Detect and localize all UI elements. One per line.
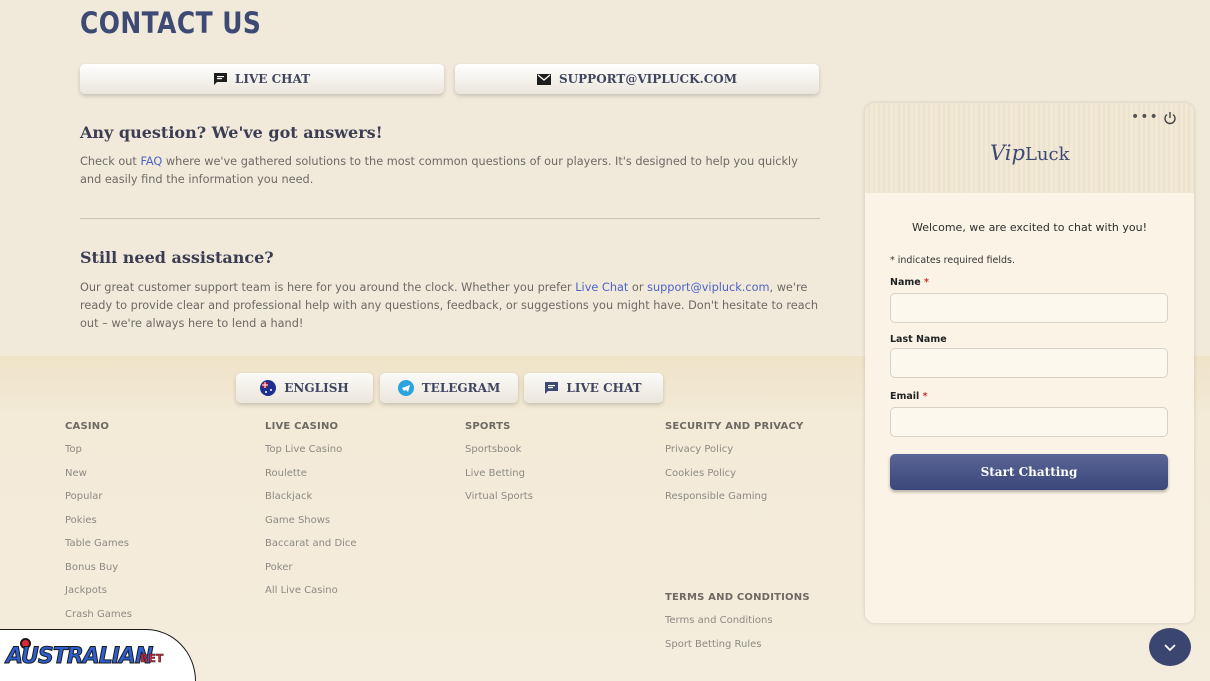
mail-icon — [537, 73, 552, 85]
footer-link[interactable]: Responsible Gaming — [665, 491, 803, 503]
footer-col-title: TERMS AND CONDITIONS — [665, 592, 810, 603]
assistance-text: Our great customer support team is here … — [80, 281, 819, 330]
footer-col-live-casino: LIVE CASINO Top Live Casino Roulette Bla… — [265, 421, 357, 597]
australianbet-watermark: AUSTRALIAN BET — [0, 629, 196, 681]
live-chat-link[interactable]: Live Chat — [575, 281, 628, 294]
page-title: CONTACT US — [80, 6, 262, 40]
faq-title: Any question? We've got answers! — [80, 123, 383, 142]
assistance-title: Still need assistance? — [80, 248, 274, 267]
chat-widget: ••• VipLuck Welcome, we are excited to c… — [865, 103, 1194, 623]
footer-col-security: SECURITY AND PRIVACY Privacy Policy Cook… — [665, 421, 803, 503]
live-chat-button[interactable]: LIVE CHAT — [80, 64, 444, 94]
start-chatting-button[interactable]: Start Chatting — [890, 454, 1168, 490]
email-label: Email * — [890, 391, 928, 402]
last-name-input[interactable] — [890, 348, 1168, 378]
footer-link[interactable]: Game Shows — [265, 515, 357, 527]
footer-link[interactable]: All Live Casino — [265, 585, 357, 597]
footer-col-terms: TERMS AND CONDITIONS Terms and Condition… — [665, 592, 810, 650]
footer-link[interactable]: Sport Betting Rules — [665, 639, 810, 651]
footer-live-chat-label: LIVE CHAT — [566, 381, 642, 395]
footer-link[interactable]: Cookies Policy — [665, 468, 803, 480]
footer-link[interactable]: Jackpots — [65, 585, 132, 597]
language-button[interactable]: ENGLISH — [236, 373, 373, 403]
required-note: * indicates required fields. — [890, 255, 1015, 266]
chat-welcome: Welcome, we are excited to chat with you… — [912, 221, 1147, 234]
scroll-down-button[interactable] — [1149, 628, 1191, 666]
footer-link[interactable]: Blackjack — [265, 491, 357, 503]
chevron-down-icon — [1164, 643, 1176, 651]
footer-link[interactable]: Crash Games — [65, 609, 132, 621]
telegram-label: TELEGRAM — [421, 381, 501, 395]
support-email-link[interactable]: support@vipluck.com — [647, 281, 769, 294]
footer-col-casino: CASINO Top New Popular Pokies Table Game… — [65, 421, 132, 620]
language-label: ENGLISH — [284, 381, 349, 395]
footer-link[interactable]: Top — [65, 444, 132, 456]
telegram-icon — [397, 380, 414, 396]
footer-col-sports: SPORTS Sportsbook Live Betting Virtual S… — [465, 421, 533, 503]
chat-icon — [213, 73, 227, 85]
footer-link[interactable]: Popular — [65, 491, 132, 503]
faq-text: Check out FAQ where we've gathered solut… — [80, 155, 798, 186]
last-name-label: Last Name — [890, 334, 947, 345]
chat-icon — [545, 382, 559, 394]
footer-link[interactable]: Baccarat and Dice — [265, 538, 357, 550]
footer-link[interactable]: Live Betting — [465, 468, 533, 480]
support-email-label: SUPPORT@VIPLUCK.COM — [559, 72, 737, 86]
footer-live-chat-button[interactable]: LIVE CHAT — [524, 373, 663, 403]
footer-col-title: CASINO — [65, 421, 110, 432]
footer-link[interactable]: Terms and Conditions — [665, 615, 810, 627]
footer-link[interactable]: Virtual Sports — [465, 491, 533, 503]
email-input[interactable] — [890, 407, 1168, 437]
live-chat-label: LIVE CHAT — [234, 72, 311, 86]
footer-link[interactable]: Poker — [265, 562, 357, 574]
support-email-button[interactable]: SUPPORT@VIPLUCK.COM — [455, 64, 819, 94]
footer-col-title: SECURITY AND PRIVACY — [665, 421, 804, 432]
australia-flag-icon — [260, 380, 277, 396]
footer-link[interactable]: Pokies — [65, 515, 132, 527]
footer-link[interactable]: Table Games — [65, 538, 132, 550]
telegram-button[interactable]: TELEGRAM — [380, 373, 518, 403]
more-options-icon[interactable]: ••• — [1131, 109, 1159, 125]
name-label: Name * — [890, 277, 929, 288]
vipluck-logo: VipLuck — [990, 141, 1070, 165]
footer-col-title: SPORTS — [465, 421, 511, 432]
footer-link[interactable]: Roulette — [265, 468, 357, 480]
footer-link[interactable]: Bonus Buy — [65, 562, 132, 574]
power-icon[interactable] — [1163, 111, 1177, 125]
name-input[interactable] — [890, 293, 1168, 323]
footer-link[interactable]: Top Live Casino — [265, 444, 357, 456]
footer-link[interactable]: New — [65, 468, 132, 480]
footer-col-title: LIVE CASINO — [265, 421, 339, 432]
footer-link[interactable]: Privacy Policy — [665, 444, 803, 456]
section-divider — [80, 218, 820, 219]
footer-link[interactable]: Sportsbook — [465, 444, 533, 456]
faq-link[interactable]: FAQ — [140, 155, 162, 168]
